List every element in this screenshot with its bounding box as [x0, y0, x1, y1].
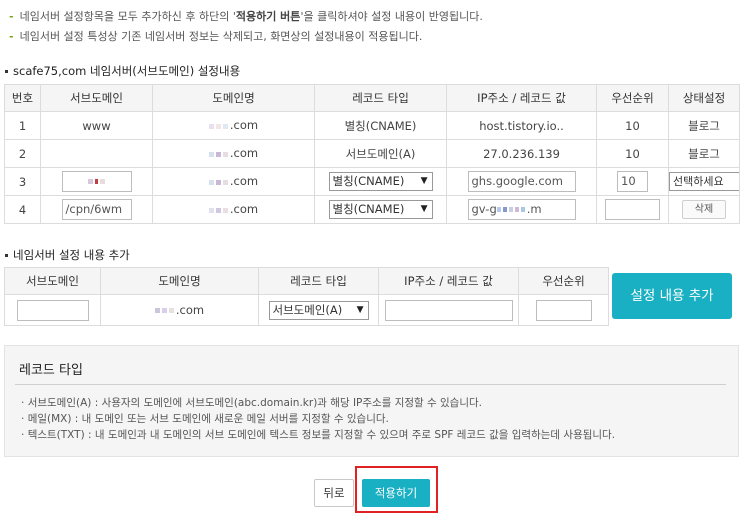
- priority-input[interactable]: [605, 199, 660, 220]
- ip-value-cell: gv-g .m: [446, 195, 597, 224]
- row-number: 1: [4, 111, 41, 140]
- col-header-record-type: 레코드 타입: [314, 84, 447, 112]
- redacted-domain: [208, 119, 230, 133]
- add-record-table: 서브도메인 도메인명 레코드 타입 IP주소 / 레코드 값 우선순위 .com…: [4, 267, 609, 326]
- section-title-add-text: 네임서버 설정 내용 추가: [13, 248, 130, 262]
- subdomain-cell: [40, 139, 153, 168]
- subdomain-input[interactable]: [61, 171, 132, 192]
- col-header-ip-value: IP주소 / 레코드 값: [446, 84, 597, 112]
- info-item: · 서브도메인(A) : 사용자의 도메인에 서브도메인(abc.domain.…: [21, 397, 482, 409]
- notice-1-text: 네임서버 설정항목을 모두 추가하신 후 하단의 ': [19, 10, 236, 23]
- add-col-ip-value: IP주소 / 레코드 값: [378, 267, 519, 295]
- nameserver-table: 번호 서브도메인 도메인명 레코드 타입 IP주소 / 레코드 값 우선순위 상…: [4, 84, 740, 224]
- ip-value-input[interactable]: ghs.google.com: [467, 171, 576, 192]
- notice-1-text-end: '을 클릭하셔야 설정 내용이 반영됩니다.: [300, 10, 483, 23]
- status-cell: 삭제: [668, 195, 740, 224]
- add-ip-value-input[interactable]: [384, 299, 513, 321]
- add-col-subdomain: 서브도메인: [4, 267, 101, 295]
- chevron-down-icon: ▼: [420, 176, 428, 186]
- ip-value-cell: 27.0.236.139: [446, 139, 597, 168]
- ip-value-cell: ghs.google.com: [446, 167, 597, 196]
- dash-bullet-icon: -: [9, 30, 14, 43]
- add-priority-input[interactable]: [535, 299, 592, 321]
- table-row: 3 .com 별칭(CNAME) ▼ ghs.google.com 10 선택하세…: [4, 167, 740, 196]
- chevron-down-icon: ▼: [356, 304, 364, 315]
- record-type-cell: 별칭(CNAME): [314, 111, 447, 140]
- record-type-cell: 서브도메인(A): [314, 139, 447, 168]
- add-header-row: 서브도메인 도메인명 레코드 타입 IP주소 / 레코드 값 우선순위: [4, 267, 609, 295]
- add-subdomain-input[interactable]: [16, 299, 89, 321]
- row-number: 3: [4, 167, 41, 196]
- status-cell: 블로그: [668, 111, 740, 140]
- status-cell: 선택하세요▼: [668, 167, 740, 196]
- notice-1: - 네임서버 설정항목을 모두 추가하신 후 하단의 '적용하기 버튼'을 클릭하…: [9, 7, 744, 27]
- notice-list: - 네임서버 설정항목을 모두 추가하신 후 하단의 '적용하기 버튼'을 클릭하…: [9, 7, 744, 47]
- square-bullet-icon: [5, 70, 8, 73]
- section-title-settings-text: scafe75,com 네임서버(서브도메인) 설정내용: [13, 64, 241, 78]
- add-domain-cell: .com: [100, 294, 259, 326]
- section-title-add: 네임서버 설정 내용 추가: [5, 247, 130, 263]
- domain-cell: .com: [152, 167, 315, 196]
- subdomain-cell: [40, 167, 153, 196]
- col-header-priority: 우선순위: [596, 84, 669, 112]
- col-header-no: 번호: [4, 84, 41, 112]
- info-title: 레코드 타입: [19, 363, 83, 378]
- info-divider: [15, 384, 726, 385]
- info-item: · 메일(MX) : 내 도메인 또는 서브 도메인에 새로운 메일 서버를 지…: [21, 413, 389, 425]
- redacted-domain: [154, 303, 176, 317]
- apply-button[interactable]: 적용하기: [362, 479, 430, 507]
- redacted-domain: [208, 175, 230, 189]
- add-input-row: .com 서브도메인(A) ▼: [4, 294, 609, 326]
- priority-cell: 10: [596, 167, 669, 196]
- redacted-domain: [208, 203, 230, 217]
- subdomain-cell: www: [40, 111, 153, 140]
- ip-value-cell: host.tistory.io..: [446, 111, 597, 140]
- row-number: 2: [4, 139, 41, 168]
- chevron-down-icon: ▼: [420, 204, 428, 214]
- back-button[interactable]: 뒤로: [314, 479, 354, 507]
- dash-bullet-icon: -: [9, 10, 14, 23]
- record-type-select[interactable]: 별칭(CNAME) ▼: [328, 200, 433, 219]
- priority-cell: [596, 195, 669, 224]
- row-number: 4: [4, 195, 41, 224]
- add-record-type-select[interactable]: 서브도메인(A) ▼: [268, 300, 369, 320]
- apply-button-highlight: 적용하기: [355, 466, 438, 513]
- add-setting-button[interactable]: 설정 내용 추가: [612, 273, 732, 319]
- subdomain-input[interactable]: /cpn/6wm: [61, 199, 132, 220]
- section-title-settings: scafe75,com 네임서버(서브도메인) 설정내용: [5, 63, 240, 79]
- subdomain-cell: /cpn/6wm: [40, 195, 153, 224]
- add-col-domain: 도메인명: [100, 267, 259, 295]
- priority-input[interactable]: 10: [617, 171, 648, 192]
- domain-cell: .com: [152, 111, 315, 140]
- info-list: · 서브도메인(A) : 사용자의 도메인에 서브도메인(abc.domain.…: [21, 395, 615, 443]
- table-header-row: 번호 서브도메인 도메인명 레코드 타입 IP주소 / 레코드 값 우선순위 상…: [4, 84, 740, 112]
- record-type-cell: 별칭(CNAME) ▼: [314, 195, 447, 224]
- domain-cell: .com: [152, 139, 315, 168]
- redacted-domain: [208, 147, 230, 161]
- notice-1-bold: 적용하기 버튼: [235, 10, 301, 23]
- status-cell: 블로그: [668, 139, 740, 168]
- table-row: 4 /cpn/6wm .com 별칭(CNAME) ▼ gv-g .m 삭제: [4, 195, 740, 224]
- col-header-status: 상태설정: [668, 84, 740, 112]
- delete-button[interactable]: 삭제: [682, 200, 726, 219]
- record-type-info-box: 레코드 타입 · 서브도메인(A) : 사용자의 도메인에 서브도메인(abc.…: [4, 345, 739, 457]
- record-type-cell: 별칭(CNAME) ▼: [314, 167, 447, 196]
- info-item: · 텍스트(TXT) : 내 도메인과 내 도메인의 서브 도메인에 텍스트 정…: [21, 429, 616, 441]
- priority-cell: 10: [596, 139, 669, 168]
- record-type-select[interactable]: 별칭(CNAME) ▼: [328, 172, 433, 191]
- notice-2: - 네임서버 설정 특성상 기존 네임서버 정보는 삭제되고, 화면상의 설정내용…: [9, 27, 744, 47]
- col-header-domain: 도메인명: [152, 84, 315, 112]
- table-row: 2 .com 서브도메인(A) 27.0.236.139 10 블로그: [4, 139, 740, 168]
- add-col-priority: 우선순위: [518, 267, 609, 295]
- add-col-record-type: 레코드 타입: [258, 267, 379, 295]
- table-row: 1 www .com 별칭(CNAME) host.tistory.io.. 1…: [4, 111, 740, 140]
- priority-cell: 10: [596, 111, 669, 140]
- notice-2-text: 네임서버 설정 특성상 기존 네임서버 정보는 삭제되고, 화면상의 설정내용이…: [19, 30, 423, 43]
- square-bullet-icon: [5, 254, 8, 257]
- ip-value-input[interactable]: gv-g .m: [467, 199, 576, 220]
- col-header-subdomain: 서브도메인: [40, 84, 153, 112]
- domain-cell: .com: [152, 195, 315, 224]
- status-select[interactable]: 선택하세요▼: [669, 172, 739, 191]
